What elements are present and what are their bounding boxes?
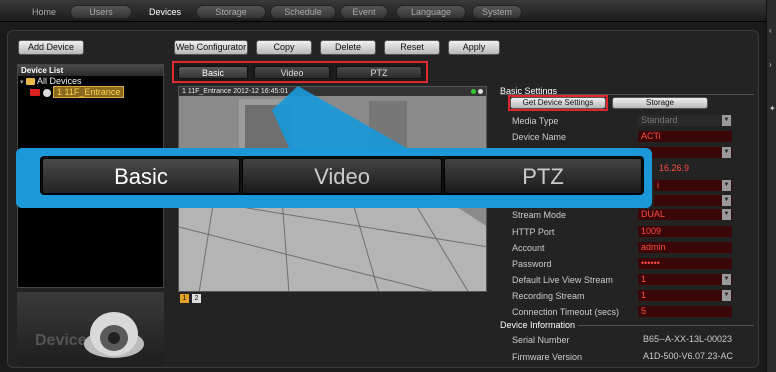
get-device-settings-highlight: Get Device Settings <box>508 95 608 111</box>
dome-camera-icon <box>84 312 144 358</box>
http-port-input[interactable]: 1009 <box>638 226 732 237</box>
nav-tab-home[interactable]: Home <box>22 4 66 20</box>
nav-tab-event[interactable]: Event <box>340 4 388 20</box>
nav-tab-devices[interactable]: Devices <box>140 4 190 20</box>
stream-1-icon[interactable]: 1 <box>180 294 189 303</box>
get-device-settings-button[interactable]: Get Device Settings <box>510 97 606 109</box>
nav-tab-schedule[interactable]: Schedule <box>270 4 336 20</box>
ip-partial-value: 16.26.9 <box>659 163 690 173</box>
partial-dropdown-icon-2[interactable]: ▼ <box>722 195 731 206</box>
connection-timeout-input[interactable]: 5 <box>638 306 732 317</box>
camera-icon <box>42 88 51 97</box>
device-info-divider <box>578 325 754 326</box>
reset-button[interactable]: Reset <box>384 40 440 55</box>
hidden-row-value-1[interactable] <box>638 147 732 158</box>
default-live-view-label: Default Live View Stream <box>512 275 613 285</box>
partial-row-value[interactable]: i <box>654 180 732 191</box>
stream-mode-dropdown-icon[interactable]: ▼ <box>722 209 731 220</box>
stream-mode-label: Stream Mode <box>512 210 567 220</box>
expand-arrow-icon[interactable]: ▾ <box>20 79 24 86</box>
password-label: Password <box>512 259 552 269</box>
subtab-basic[interactable]: Basic <box>178 66 248 79</box>
nav-tab-users[interactable]: Users <box>70 4 132 20</box>
sub-tabs-highlight: Basic Video PTZ <box>172 61 428 83</box>
media-type-dropdown-icon[interactable]: ▼ <box>722 115 731 126</box>
device-name-input[interactable]: ACTi <box>638 131 732 142</box>
connection-timeout-label: Connection Timeout (secs) <box>512 307 620 317</box>
add-device-button[interactable]: Add Device <box>18 40 84 55</box>
storage-button[interactable]: Storage <box>612 97 708 109</box>
serial-number-label: Serial Number <box>512 335 570 345</box>
tree-root-all-devices[interactable]: ▾ All Devices <box>20 76 82 86</box>
recording-stream-label: Recording Stream <box>512 291 585 301</box>
stream-mode-value[interactable]: DUAL <box>638 209 732 220</box>
status-white-icon <box>478 89 483 94</box>
delete-button[interactable]: Delete <box>320 40 376 55</box>
expand-icon[interactable]: › <box>769 60 772 69</box>
recording-stream-value[interactable]: 1 <box>638 290 732 301</box>
rec-badge-icon <box>30 89 40 97</box>
subtab-video[interactable]: Video <box>254 66 330 79</box>
firmware-version-label: Firmware Version <box>512 352 583 362</box>
hidden-row-dropdown-icon-1[interactable]: ▼ <box>722 147 731 158</box>
folder-icon <box>26 78 36 86</box>
stream-2-icon[interactable]: 2 <box>192 294 201 303</box>
nav-tab-system[interactable]: System <box>472 4 522 20</box>
callout-tab-video: Video <box>242 158 442 194</box>
media-type-label: Media Type <box>512 116 559 126</box>
tools-icon[interactable]: ✦ <box>769 104 776 113</box>
device-name-label: Device Name <box>512 132 567 142</box>
recording-stream-dropdown-icon[interactable]: ▼ <box>722 290 731 301</box>
nav-tab-language[interactable]: Language <box>396 4 466 20</box>
account-label: Account <box>512 243 545 253</box>
default-live-view-dropdown-icon[interactable]: ▼ <box>722 274 731 285</box>
main-navigation: Home Users Devices Storage Schedule Even… <box>0 0 766 22</box>
brand-word: Device <box>35 332 87 349</box>
password-input[interactable]: •••••• <box>638 258 732 269</box>
partial-dropdown-icon-1[interactable]: ▼ <box>722 180 731 191</box>
http-port-label: HTTP Port <box>512 227 555 237</box>
device-list-header: Device List <box>18 65 163 76</box>
tree-item-entrance[interactable]: 1 11F_Entrance <box>30 86 125 98</box>
tree-item-label: 1 11F_Entrance <box>53 86 125 98</box>
device-brand-area: Device <box>17 292 164 366</box>
serial-number-value: B65--A-XX-13L-00023 <box>643 334 733 344</box>
device-information-title: Device Information <box>500 320 576 330</box>
apply-button[interactable]: Apply <box>448 40 500 55</box>
callout-tab-basic: Basic <box>42 158 240 194</box>
subtab-ptz[interactable]: PTZ <box>336 66 422 79</box>
partial-row-value-2[interactable] <box>654 195 732 206</box>
firmware-version-value: A1D-500-V6.07.23-AC <box>643 351 734 361</box>
nav-tab-storage[interactable]: Storage <box>196 4 266 20</box>
tree-root-label: All Devices <box>37 76 82 86</box>
default-live-view-value[interactable]: 1 <box>638 274 732 285</box>
collapse-icon[interactable]: ‹ <box>769 26 772 35</box>
media-type-value[interactable]: Standard <box>638 115 732 126</box>
status-green-icon <box>471 89 476 94</box>
video-overlay-bar: 1 11F_Entrance 2012-12 16:45:01 <box>179 87 486 96</box>
right-side-strip: ‹ › ✦ <box>766 0 776 372</box>
copy-button[interactable]: Copy <box>256 40 312 55</box>
web-configurator-button[interactable]: Web Configurator <box>174 40 248 55</box>
account-input[interactable]: admin <box>638 242 732 253</box>
callout-tab-ptz: PTZ <box>444 158 642 194</box>
